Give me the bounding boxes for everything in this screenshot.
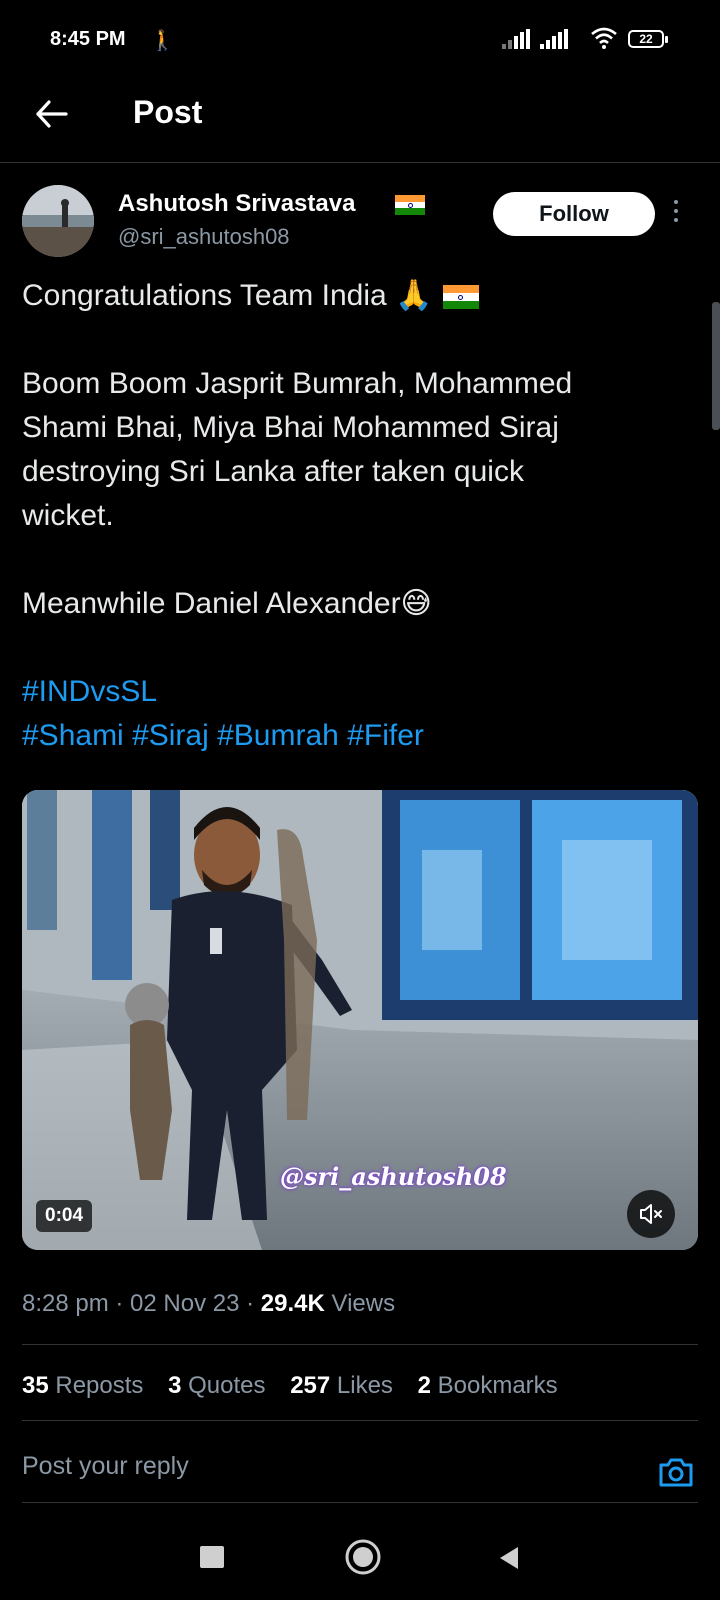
page-title: Post bbox=[133, 94, 203, 130]
more-options-icon[interactable] bbox=[672, 200, 680, 230]
hashtag-link[interactable]: #Siraj bbox=[132, 719, 209, 752]
post-text-line-1: Congratulations Team India 🙏 bbox=[22, 279, 433, 312]
avatar[interactable] bbox=[22, 185, 94, 257]
likes-stat[interactable]: 257 Likes bbox=[290, 1372, 393, 1399]
divider bbox=[22, 1502, 698, 1503]
home-button[interactable] bbox=[344, 1538, 382, 1576]
views-label: Views bbox=[331, 1290, 396, 1317]
video-watermark: @sri_ashutosh08 bbox=[280, 1162, 507, 1191]
camera-icon[interactable] bbox=[656, 1452, 696, 1492]
video-duration-badge: 0:04 bbox=[36, 1200, 93, 1232]
reposts-label: Reposts bbox=[55, 1372, 144, 1399]
reposts-stat[interactable]: 35 Reposts bbox=[22, 1372, 143, 1399]
reposts-count: 35 bbox=[22, 1372, 49, 1399]
likes-label: Likes bbox=[336, 1372, 393, 1399]
recent-apps-button[interactable] bbox=[200, 1546, 224, 1568]
divider bbox=[22, 1420, 698, 1421]
post-text-line-2: Boom Boom Jasprit Bumrah, Mohammed bbox=[22, 367, 573, 400]
bookmarks-stat[interactable]: 2 Bookmarks bbox=[418, 1372, 558, 1399]
reply-input[interactable]: Post your reply bbox=[22, 1452, 189, 1481]
post-text-line-6: Meanwhile Daniel Alexander😅 bbox=[22, 587, 432, 620]
bookmarks-label: Bookmarks bbox=[437, 1372, 558, 1399]
mute-button[interactable] bbox=[627, 1190, 675, 1238]
header-divider bbox=[0, 162, 720, 163]
engagement-stats: 35 Reposts 3 Quotes 257 Likes 2 Bookmark… bbox=[22, 1372, 558, 1400]
walking-icon: 🚶 bbox=[150, 30, 175, 52]
post-text-line-4: destroying Sri Lanka after taken quick bbox=[22, 455, 524, 488]
india-flag-icon bbox=[442, 285, 479, 310]
hashtag-link[interactable]: #Bumrah bbox=[217, 719, 339, 752]
hashtag-link[interactable]: #Fifer bbox=[347, 719, 424, 752]
views-count: 29.4K bbox=[260, 1290, 325, 1317]
signal-icon bbox=[502, 29, 532, 49]
post-date: 02 Nov 23 bbox=[130, 1290, 240, 1317]
battery-indicator: 22 bbox=[628, 30, 668, 48]
back-button[interactable] bbox=[30, 92, 74, 136]
post-text-line-5: wicket. bbox=[22, 499, 114, 532]
quotes-count: 3 bbox=[168, 1372, 182, 1399]
arrow-left-icon bbox=[36, 100, 68, 128]
post-time: 8:28 pm bbox=[22, 1290, 109, 1317]
divider bbox=[22, 1344, 698, 1345]
status-time: 8:45 PM bbox=[50, 28, 126, 50]
likes-count: 257 bbox=[290, 1372, 331, 1399]
system-back-button[interactable] bbox=[498, 1545, 520, 1571]
quotes-stat[interactable]: 3 Quotes bbox=[168, 1372, 265, 1399]
post-text-line-3: Shami Bhai, Miya Bhai Mohammed Siraj bbox=[22, 411, 559, 444]
author-name[interactable]: Ashutosh Srivastava bbox=[118, 190, 355, 218]
video-player[interactable]: @sri_ashutosh08 0:04 bbox=[22, 790, 698, 1250]
bookmarks-count: 2 bbox=[417, 1372, 431, 1399]
hashtag-link[interactable]: #INDvsSL bbox=[22, 670, 157, 714]
hashtag-link[interactable]: #Shami bbox=[22, 719, 124, 752]
signal-icon bbox=[540, 29, 570, 49]
post-timestamp-row: 8:28 pm · 02 Nov 23 · 29.4K Views bbox=[22, 1290, 396, 1317]
india-flag-icon bbox=[395, 195, 425, 215]
follow-button[interactable]: Follow bbox=[493, 192, 655, 236]
scrollbar[interactable] bbox=[712, 302, 720, 430]
author-handle[interactable]: @sri_ashutosh08 bbox=[118, 224, 290, 250]
post-text-line: Congratulations Team India 🙏 bbox=[22, 274, 479, 318]
speaker-muted-icon bbox=[640, 1204, 662, 1224]
hashtag-row: #Shami #Siraj #Bumrah #Fifer bbox=[22, 714, 424, 758]
wifi-icon bbox=[591, 27, 617, 49]
quotes-label: Quotes bbox=[188, 1372, 266, 1399]
